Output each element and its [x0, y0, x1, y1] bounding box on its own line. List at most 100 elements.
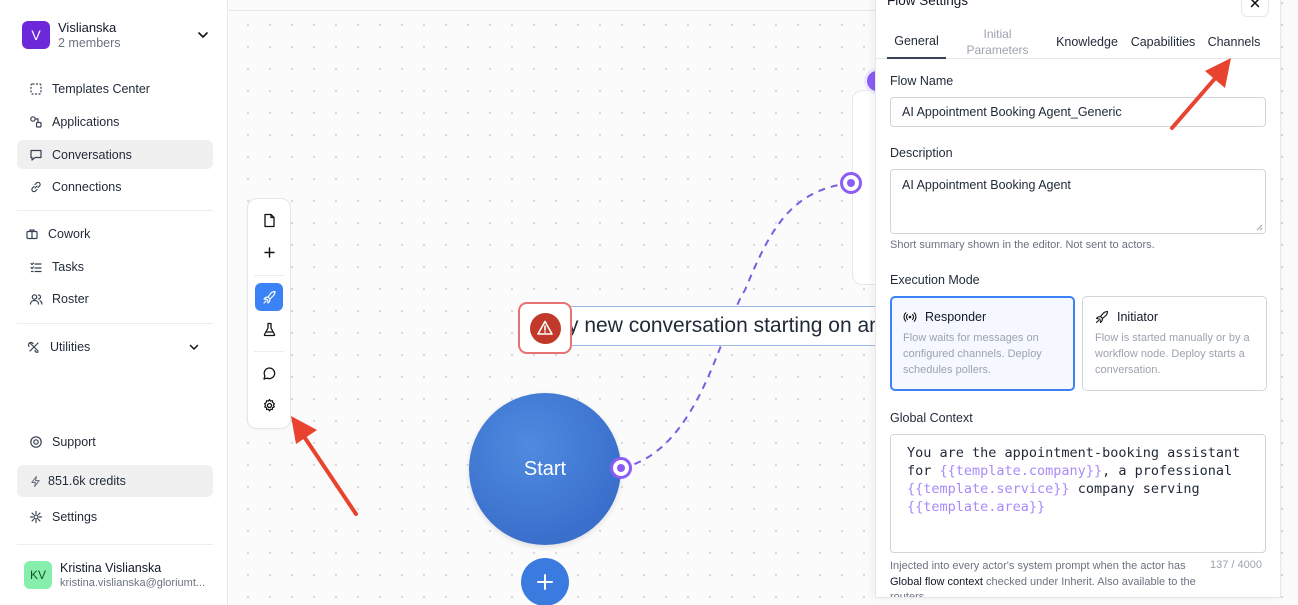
plus-icon — [537, 574, 553, 590]
close-icon — [1250, 0, 1260, 8]
workspace-switcher[interactable]: V Vislianska 2 members — [17, 10, 217, 60]
utilities-icon — [27, 341, 39, 353]
context-hint: Injected into every actor's system promp… — [890, 559, 1200, 597]
sidebar-item-support[interactable]: Support — [17, 427, 213, 456]
lifebuoy-icon — [30, 435, 42, 448]
sidebar-item-label: Connections — [52, 179, 122, 194]
sidebar-item-label: Applications — [52, 114, 120, 129]
tab-initial-parameters[interactable]: Initial Parameters — [960, 25, 1035, 59]
sidebar-item-label: Tasks — [52, 259, 84, 274]
tool-settings[interactable] — [255, 391, 283, 419]
start-output-port[interactable] — [610, 457, 632, 479]
sidebar-item-applications[interactable]: Applications — [17, 107, 213, 136]
warning-icon — [537, 320, 553, 335]
context-text: , a professional — [1102, 463, 1233, 479]
chevron-down-icon — [198, 32, 208, 39]
user-email: kristina.vislianska@gloriumt... — [60, 577, 206, 589]
sidebar-item-roster[interactable]: Roster — [17, 284, 213, 313]
template-variable: {{template.company}} — [939, 463, 1103, 479]
chat-square-icon — [30, 149, 42, 161]
start-node[interactable]: Start — [469, 393, 621, 545]
divider — [17, 544, 213, 545]
chat-bubble-icon — [262, 366, 275, 380]
global-context-editor[interactable]: You are the appointment-booking assistan… — [890, 434, 1266, 553]
execution-mode-label: Execution Mode — [890, 273, 980, 287]
tool-note[interactable] — [255, 206, 283, 234]
flow-name-value: AI Appointment Booking Agent_Generic — [902, 105, 1122, 119]
tool-deploy[interactable] — [255, 283, 283, 311]
tasks-icon — [30, 261, 42, 272]
sidebar-item-label: Templates Center — [52, 81, 150, 96]
flow-name-input[interactable]: AI Appointment Booking Agent_Generic — [890, 97, 1266, 127]
mode-description: Flow waits for messages on configured ch… — [903, 332, 1042, 376]
sidebar-item-cowork[interactable]: Cowork — [17, 219, 213, 248]
users-icon — [29, 293, 43, 305]
mode-title: Responder — [925, 310, 987, 324]
add-node-button[interactable] — [521, 558, 569, 605]
sidebar-item-label: Roster — [52, 291, 89, 306]
sidebar: V Vislianska 2 members Templates Center … — [0, 0, 228, 605]
gear-icon — [263, 398, 275, 411]
tab-capabilities[interactable]: Capabilities — [1128, 25, 1198, 59]
tab-label: Initial — [983, 26, 1012, 41]
sidebar-item-utilities[interactable]: Utilities — [17, 332, 213, 361]
warning-node[interactable] — [518, 302, 572, 354]
credits-badge[interactable]: 851.6k credits — [17, 465, 213, 497]
workspace-name: Vislianska — [58, 20, 117, 35]
flow-name-label: Flow Name — [890, 74, 954, 88]
mode-responder-card[interactable]: Responder Flow waits for messages on con… — [890, 296, 1075, 391]
sidebar-item-label: Utilities — [50, 339, 91, 354]
trigger-node[interactable]: y new conversation starting on an — [559, 306, 889, 346]
settings-tabs: General Initial Parameters Knowledge Cap… — [876, 25, 1280, 59]
description-hint: Short summary shown in the editor. Not s… — [890, 239, 1155, 251]
gear-icon — [29, 510, 43, 523]
user-name: Kristina Vislianska — [60, 561, 162, 575]
trigger-text: y new conversation starting on an — [568, 314, 881, 337]
user-profile[interactable]: KV Kristina Vislianska kristina.vislians… — [17, 555, 213, 595]
character-counter: 137 / 4000 — [1210, 559, 1262, 571]
divider — [17, 210, 213, 211]
mode-initiator-card[interactable]: Initiator Flow is started manually or by… — [1082, 296, 1267, 391]
sidebar-item-tasks[interactable]: Tasks — [17, 252, 213, 281]
canvas-toolbar — [247, 198, 291, 429]
description-textarea[interactable]: AI Appointment Booking Agent — [890, 169, 1266, 234]
rocket-icon — [262, 290, 276, 304]
template-variable: {{template.area}} — [907, 499, 1046, 515]
description-value: AI Appointment Booking Agent — [902, 178, 1071, 192]
close-button[interactable] — [1241, 0, 1269, 17]
sidebar-item-label: Settings — [52, 509, 98, 524]
sidebar-item-settings[interactable]: Settings — [17, 502, 213, 531]
flask-icon — [263, 322, 275, 336]
toolbar-divider — [254, 275, 284, 276]
tool-add[interactable] — [255, 238, 283, 266]
sidebar-item-templates[interactable]: Templates Center — [17, 74, 213, 103]
applications-icon — [30, 115, 42, 128]
tab-channels[interactable]: Channels — [1204, 25, 1264, 59]
context-text: company serving — [1077, 481, 1200, 497]
flow-settings-panel: Flow Settings General Initial Parameters… — [875, 0, 1281, 598]
workspace-members: 2 members — [58, 36, 121, 50]
toolbar-divider — [254, 351, 284, 352]
document-icon — [263, 213, 275, 227]
sidebar-item-connections[interactable]: Connections — [17, 172, 213, 201]
hint-emphasis: Global flow context — [890, 575, 983, 588]
rocket-icon — [1095, 310, 1109, 324]
tool-test[interactable] — [255, 315, 283, 343]
briefcase-icon — [26, 228, 38, 239]
workspace-avatar: V — [22, 21, 50, 49]
canvas-header-line — [229, 0, 889, 11]
tab-general[interactable]: General — [887, 25, 946, 59]
description-label: Description — [890, 146, 953, 160]
tool-chat[interactable] — [255, 359, 283, 387]
mode-title: Initiator — [1117, 310, 1158, 324]
agent-input-port[interactable] — [840, 172, 862, 194]
lightning-icon — [31, 475, 40, 487]
sidebar-item-conversations[interactable]: Conversations — [17, 140, 213, 169]
plus-icon — [263, 246, 275, 258]
broadcast-icon — [903, 312, 917, 322]
sidebar-item-label: Support — [52, 434, 96, 449]
tab-label: Parameters — [966, 43, 1029, 57]
tab-knowledge[interactable]: Knowledge — [1053, 25, 1121, 59]
link-icon — [31, 181, 41, 192]
chevron-down-icon — [189, 344, 199, 350]
